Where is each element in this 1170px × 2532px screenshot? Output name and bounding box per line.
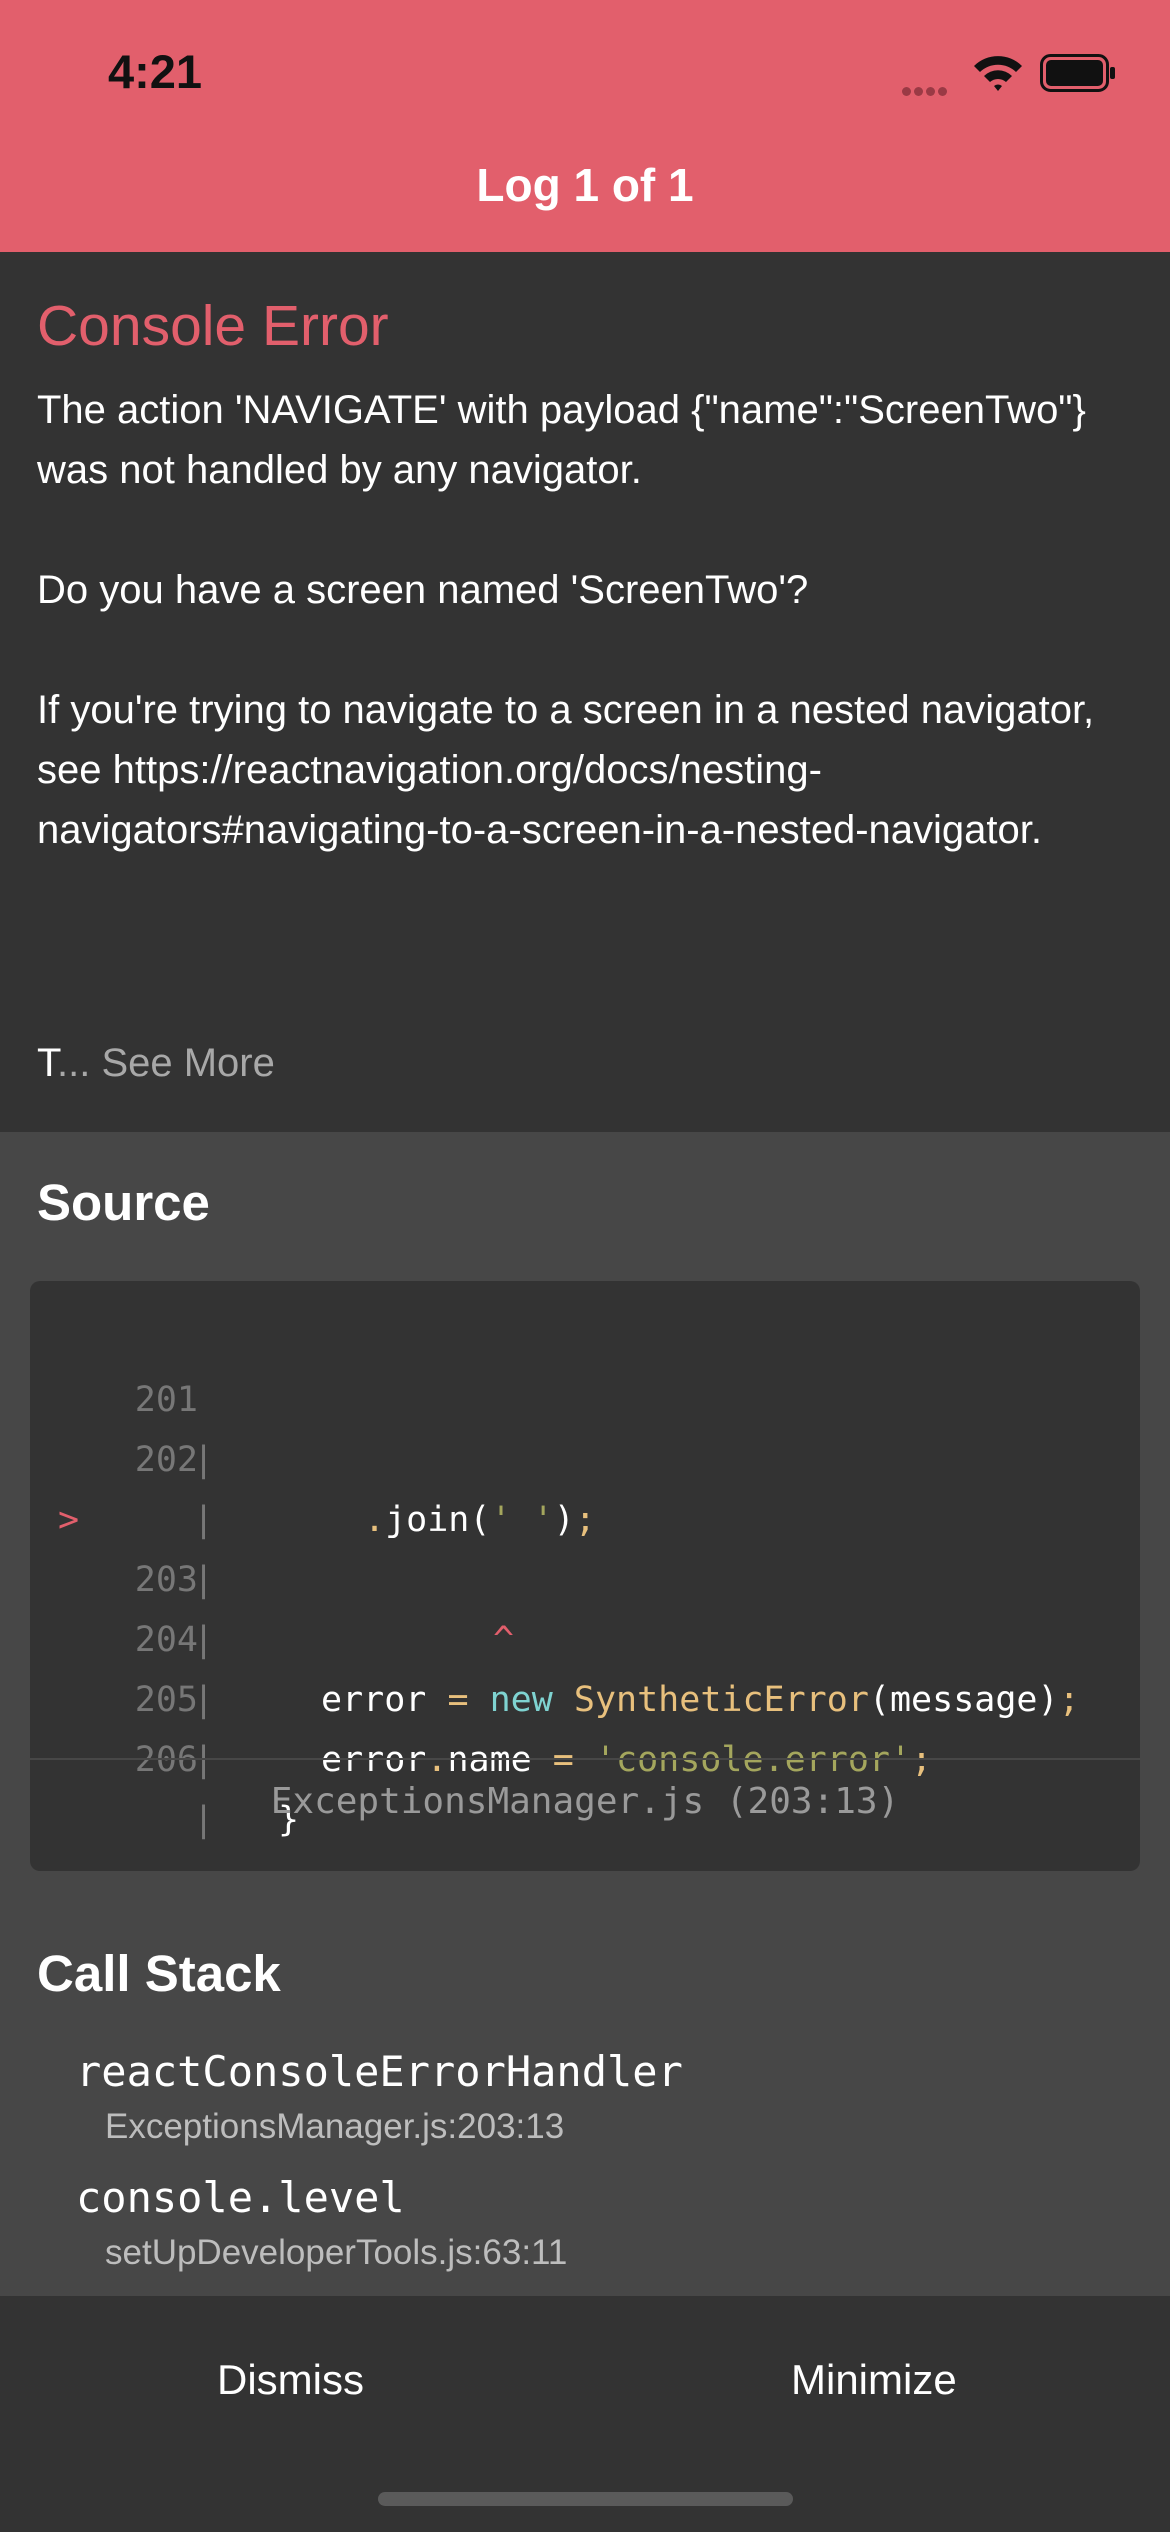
- error-message-paragraph: If you're trying to navigate to a screen…: [37, 688, 1095, 852]
- wifi-icon: [974, 56, 1022, 91]
- code-line-caret: | ^: [193, 1560, 515, 1660]
- stack-frame-name[interactable]: console.level: [76, 2173, 405, 2222]
- dismiss-button[interactable]: Dismiss: [217, 2356, 364, 2404]
- code-line: 202 |: [30, 1370, 1140, 1540]
- code-line-error: > 203 | error = new SyntheticError(messa…: [30, 1430, 1140, 1720]
- stack-frame-location[interactable]: ExceptionsManager.js:203:13: [105, 2107, 564, 2147]
- stack-frame-location[interactable]: setUpDeveloperTools.js:63:11: [105, 2233, 567, 2273]
- battery-icon: [1040, 54, 1115, 92]
- home-indicator[interactable]: [378, 2492, 793, 2506]
- header-bar: [0, 0, 1170, 252]
- cellular-signal-icon: [902, 83, 950, 101]
- status-time: 4:21: [108, 45, 203, 98]
- code-line: 205 | }: [30, 1610, 1140, 1840]
- error-title: Console Error: [37, 294, 389, 358]
- error-message-paragraph: Do you have a screen named 'ScreenTwo'?: [37, 568, 809, 612]
- see-more-link[interactable]: ... See More: [57, 1041, 275, 1085]
- code-line: 201 | .join(' ');: [30, 1310, 1140, 1540]
- log-counter-title: Log 1 of 1: [476, 159, 694, 211]
- source-file-location[interactable]: ExceptionsManager.js (203:13): [30, 1781, 1140, 1822]
- minimize-button[interactable]: Minimize: [791, 2356, 957, 2404]
- see-more-row: T... See More: [37, 1041, 275, 1086]
- code-frame: 201 | .join(' '); 202 | > 203 | error = …: [30, 1281, 1140, 1871]
- truncated-text: T: [37, 1041, 57, 1085]
- code-divider: [30, 1758, 1140, 1760]
- call-stack-title: Call Stack: [37, 1945, 281, 2002]
- code-line: 204 | error.name = 'console.error';: [30, 1550, 1140, 1780]
- stack-frame-name[interactable]: reactConsoleErrorHandler: [76, 2047, 683, 2096]
- status-icons: [900, 52, 1120, 96]
- source-section-title: Source: [37, 1174, 210, 1231]
- error-message-paragraph: The action 'NAVIGATE' with payload {"nam…: [37, 388, 1086, 492]
- code-line: 206 |: [30, 1670, 1140, 1840]
- error-message: The action 'NAVIGATE' with payload {"nam…: [37, 380, 1137, 860]
